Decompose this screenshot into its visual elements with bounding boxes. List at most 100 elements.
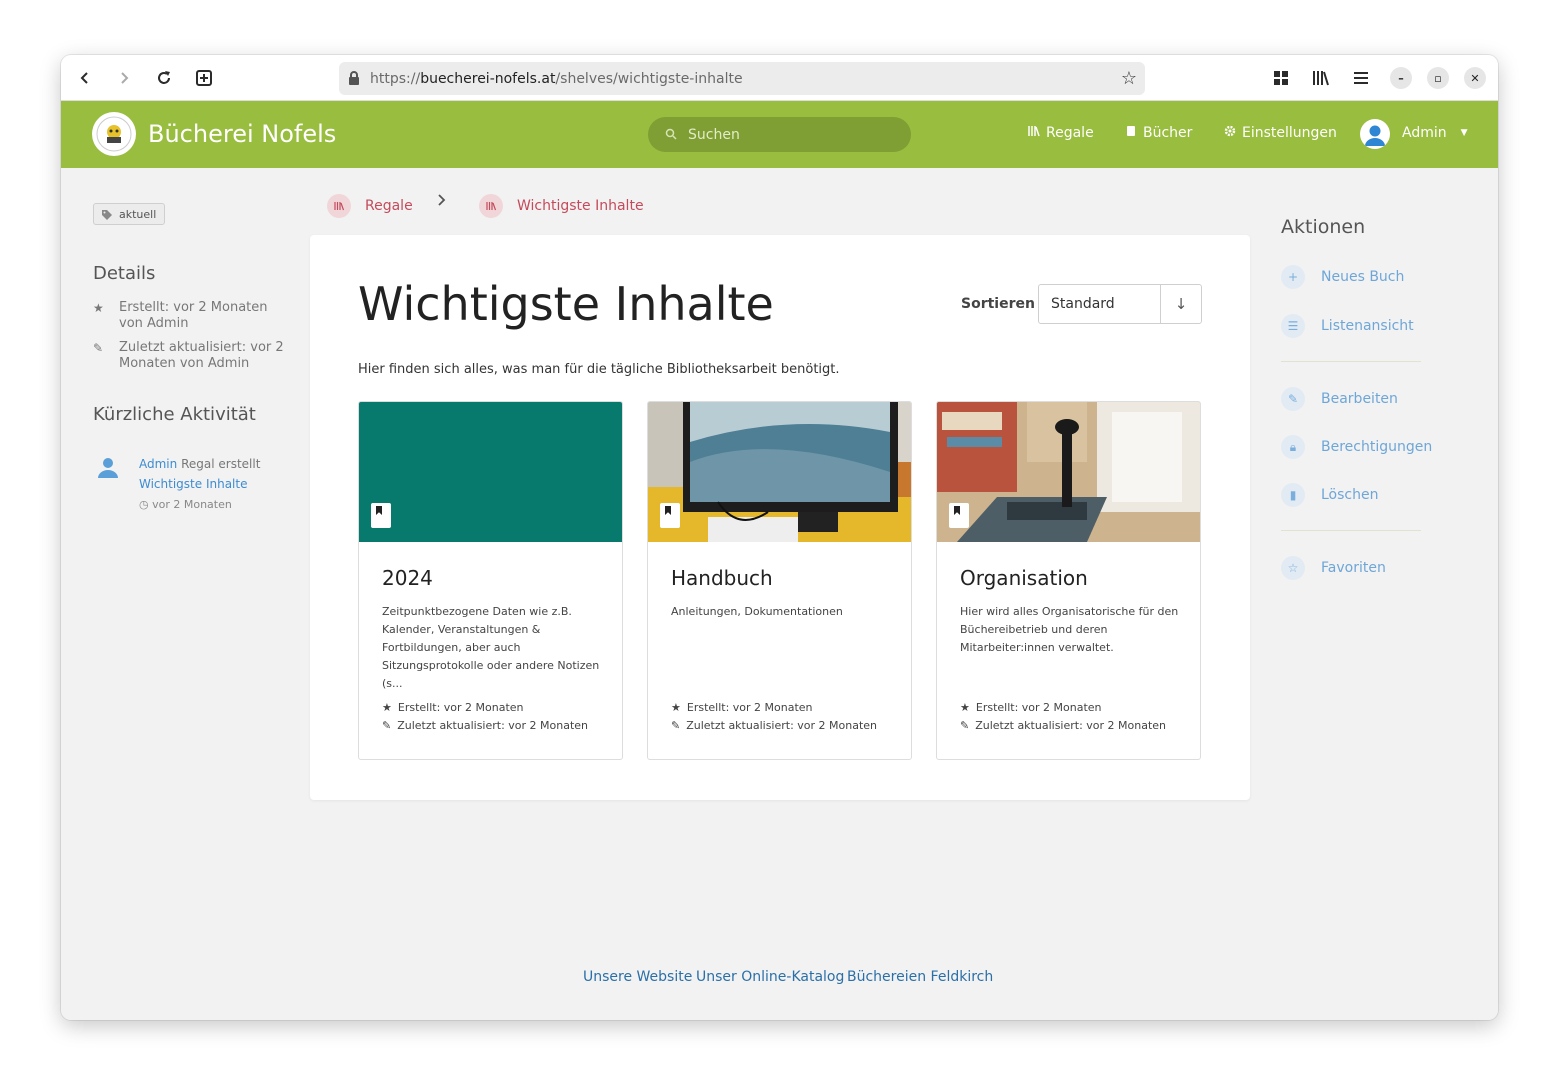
breadcrumb-current-label: Wichtigste Inhalte — [517, 198, 644, 214]
list-icon: ☰ — [1281, 314, 1305, 338]
created-text: Erstellt: vor 2 Monaten von Admin — [119, 300, 268, 331]
user-menu[interactable]: Admin ▼ — [1402, 125, 1468, 141]
gear-icon — [1224, 125, 1236, 141]
activity-heading: Kürzliche Aktivität — [93, 404, 256, 425]
book-icon — [949, 503, 969, 528]
forward-icon[interactable] — [113, 67, 135, 89]
browser-window: https://buecherei-nofels.at/shelves/wich… — [61, 55, 1498, 1020]
browser-toolbar: https://buecherei-nofels.at/shelves/wich… — [61, 55, 1498, 101]
footer-link-catalog[interactable]: Unser Online-Katalog — [696, 969, 844, 985]
book-cover-image — [648, 402, 911, 542]
book-created: ★ Erstellt: vor 2 Monaten — [671, 701, 813, 714]
book-updated-text: Zuletzt aktualisiert: vor 2 Monaten — [975, 719, 1167, 732]
activity-user-link[interactable]: Admin — [139, 457, 177, 471]
sort-label: Sortieren — [961, 296, 1035, 312]
activity-item: Admin Regal erstellt Wichtigste Inhalte … — [139, 454, 289, 515]
page-content: aktuell Details ★ Erstellt: vor 2 Monate… — [61, 168, 1498, 1020]
grid-icon[interactable] — [1270, 67, 1292, 89]
tag-label: aktuell — [119, 207, 157, 221]
actions-divider — [1281, 361, 1421, 362]
action-list-view-label: Listenansicht — [1321, 318, 1414, 334]
book-description: Zeitpunktbezogene Daten wie z.B. Kalende… — [382, 605, 600, 690]
search-input[interactable]: Suchen — [648, 117, 911, 152]
footer-link-feldkirch[interactable]: Büchereien Feldkirch — [847, 969, 993, 985]
action-list-view[interactable]: ☰ Listenansicht — [1281, 314, 1414, 338]
action-new-book-label: Neues Buch — [1321, 269, 1405, 285]
book-updated: ✎ Zuletzt aktualisiert: vor 2 Monaten — [671, 719, 877, 732]
sort-select[interactable]: Standard ↓ — [1038, 284, 1202, 324]
tag-icon — [102, 210, 112, 220]
action-favorites[interactable]: ☆ Favoriten — [1281, 556, 1386, 580]
breadcrumb-current[interactable]: Wichtigste Inhalte — [479, 194, 644, 218]
star-icon: ★ — [960, 701, 970, 714]
nav-books[interactable]: Bücher — [1125, 125, 1192, 141]
action-edit-label: Bearbeiten — [1321, 391, 1398, 407]
chevron-right-icon — [438, 194, 446, 206]
back-icon[interactable] — [74, 67, 96, 89]
user-name: Admin — [1402, 125, 1447, 141]
bookmark-star-icon[interactable]: ☆ — [1121, 68, 1137, 89]
book-created-text: Erstellt: vor 2 Monaten — [686, 701, 813, 714]
star-icon: ★ — [93, 301, 104, 315]
library-logo[interactable] — [92, 112, 136, 156]
menu-icon[interactable] — [1350, 67, 1372, 89]
book-icon — [660, 503, 680, 528]
book-updated-text: Zuletzt aktualisiert: vor 2 Monaten — [397, 719, 589, 732]
action-new-book[interactable]: + Neues Buch — [1281, 265, 1404, 289]
book-card-organisation[interactable]: Organisation Hier wird alles Organisator… — [936, 401, 1201, 760]
lock-icon — [348, 71, 360, 89]
url-bar[interactable]: https://buecherei-nofels.at/shelves/wich… — [339, 62, 1145, 95]
library-icon[interactable] — [1310, 67, 1332, 89]
book-title: Handbuch — [671, 566, 773, 590]
new-tab-icon[interactable] — [193, 67, 215, 89]
book-icon — [371, 503, 391, 528]
lock-icon: 🔒︎ — [1281, 435, 1305, 459]
search-placeholder: Suchen — [688, 126, 740, 143]
brand-name[interactable]: Bücherei Nofels — [148, 120, 336, 148]
minimize-icon[interactable]: – — [1390, 67, 1412, 89]
nav-settings[interactable]: Einstellungen — [1224, 125, 1337, 141]
reload-icon[interactable] — [153, 67, 175, 89]
book-title: Organisation — [960, 566, 1088, 590]
updated-meta: ✎ Zuletzt aktualisiert: vor 2 Monaten vo… — [93, 340, 293, 372]
activity-target-link[interactable]: Wichtigste Inhalte — [139, 477, 247, 491]
chevron-down-icon: ▼ — [1460, 128, 1468, 138]
book-updated: ✎ Zuletzt aktualisiert: vor 2 Monaten — [382, 719, 588, 732]
created-meta: ★ Erstellt: vor 2 Monaten von Admin — [93, 300, 293, 332]
footer-link-website[interactable]: Unsere Website — [583, 969, 692, 985]
url-prefix: https:// — [370, 70, 421, 87]
maximize-icon[interactable]: ▫ — [1427, 67, 1449, 89]
trash-icon: ▮ — [1281, 483, 1305, 507]
sort-direction-button[interactable]: ↓ — [1161, 285, 1201, 323]
pencil-icon: ✎ — [671, 719, 681, 732]
book-card-2024[interactable]: 2024 Zeitpunktbezogene Daten wie z.B. Ka… — [358, 401, 623, 760]
actions-divider — [1281, 530, 1421, 531]
url-domain: buecherei-nofels.at — [420, 70, 556, 87]
pencil-icon: ✎ — [382, 719, 392, 732]
search-icon — [665, 128, 677, 144]
shelves-icon — [479, 194, 503, 218]
breadcrumb-shelves[interactable]: Regale — [327, 194, 413, 218]
books-icon — [1125, 125, 1137, 141]
book-card-handbuch[interactable]: Handbuch Anleitungen, Dokumentationen ★ E… — [647, 401, 912, 760]
action-permissions-label: Berechtigungen — [1321, 439, 1433, 455]
breadcrumb-shelves-label: Regale — [365, 198, 413, 214]
star-icon: ★ — [382, 701, 392, 714]
activity-action: Regal erstellt — [181, 457, 261, 471]
sort-value: Standard — [1051, 296, 1115, 312]
tag-badge[interactable]: aktuell — [93, 203, 166, 225]
book-created-text: Erstellt: vor 2 Monaten — [975, 701, 1102, 714]
avatar[interactable] — [1360, 119, 1390, 149]
user-icon — [97, 456, 119, 482]
action-delete[interactable]: ▮ Löschen — [1281, 483, 1378, 507]
book-description: Hier wird alles Organisatorische für den… — [960, 605, 1179, 654]
close-icon[interactable]: ✕ — [1464, 67, 1486, 89]
nav-shelves[interactable]: Regale — [1028, 125, 1094, 141]
book-cover — [359, 402, 622, 542]
action-edit[interactable]: ✎ Bearbeiten — [1281, 387, 1398, 411]
book-description: Anleitungen, Dokumentationen — [671, 605, 843, 618]
book-created: ★ Erstellt: vor 2 Monaten — [382, 701, 524, 714]
app-header: Bücherei Nofels Suchen Regale Bücher Ein… — [61, 101, 1498, 168]
action-permissions[interactable]: 🔒︎ Berechtigungen — [1281, 435, 1432, 459]
action-delete-label: Löschen — [1321, 487, 1379, 503]
